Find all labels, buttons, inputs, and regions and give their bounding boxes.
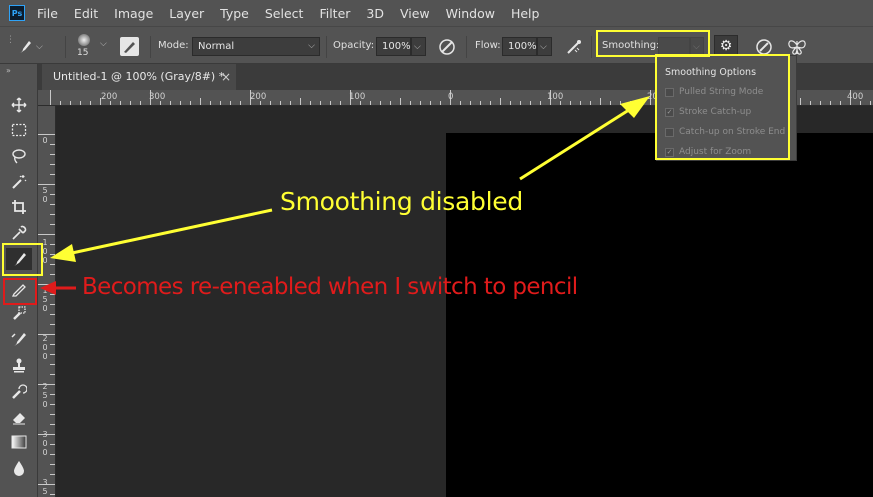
arrow-head [620,96,650,118]
annotation-smoothing-disabled-text: Smoothing disabled [280,187,523,216]
arrow-head [40,281,56,295]
arrow-head [50,244,76,262]
annotation-reenabled-text: Becomes re-eneabled when I switch to pen… [82,274,578,300]
annotation-arrows [40,96,650,295]
